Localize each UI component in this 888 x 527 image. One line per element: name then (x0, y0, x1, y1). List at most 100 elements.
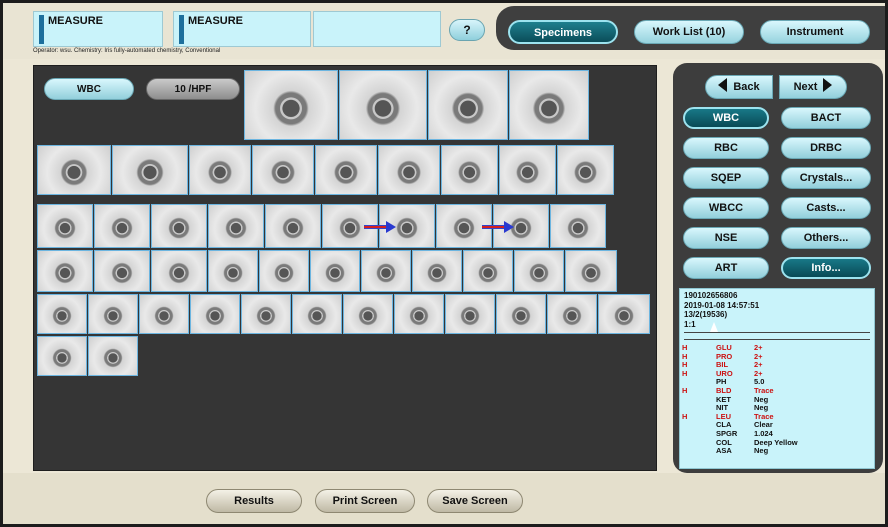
particle-image[interactable] (241, 294, 291, 334)
measure-panel-3 (313, 11, 441, 47)
category-button-wbc[interactable]: WBC (683, 107, 769, 129)
status-bar-indicator (179, 15, 184, 44)
particle-image[interactable] (394, 294, 444, 334)
particle-image[interactable] (37, 145, 111, 195)
category-label-button[interactable]: WBC (44, 78, 134, 100)
particle-image[interactable] (315, 145, 377, 195)
particle-image[interactable] (412, 250, 462, 292)
category-button-info[interactable]: Info... (781, 257, 871, 279)
particle-image[interactable] (88, 294, 138, 334)
category-button-drbc[interactable]: DRBC (781, 137, 871, 159)
particle-image[interactable] (598, 294, 650, 334)
particle-image[interactable] (259, 250, 309, 292)
category-button-others[interactable]: Others... (781, 227, 871, 249)
sample-dilution: 1:1 (684, 319, 696, 329)
arrow-shaft (364, 225, 388, 229)
particle-image[interactable] (550, 204, 606, 248)
red-blue-arrow-right-icon (364, 221, 396, 233)
particle-image[interactable] (252, 145, 314, 195)
chemistry-name: ASA (716, 446, 732, 456)
particle-image[interactable] (496, 294, 546, 334)
chemistry-flag: H (682, 386, 688, 395)
particle-image[interactable] (509, 70, 589, 140)
results-button[interactable]: Results (206, 489, 302, 513)
arrow-shaft (482, 225, 506, 229)
particle-image[interactable] (244, 70, 338, 140)
particle-image[interactable] (94, 204, 150, 248)
chemistry-row: H PRO 2+ (680, 352, 876, 362)
particle-image[interactable] (151, 250, 207, 292)
chemistry-row: KET Neg (680, 395, 876, 405)
particle-image[interactable] (378, 145, 440, 195)
particle-image[interactable] (139, 294, 189, 334)
measure-panel-2: MEASURE (173, 11, 311, 47)
particle-image[interactable] (463, 250, 513, 292)
sample-rack-position: 13/2(19536) (684, 310, 728, 319)
particle-image[interactable] (514, 250, 564, 292)
category-button-bact[interactable]: BACT (781, 107, 871, 129)
category-button-sqep[interactable]: SQEP (683, 167, 769, 189)
particle-image[interactable] (339, 70, 427, 140)
particle-image[interactable] (343, 294, 393, 334)
particle-image[interactable] (265, 204, 321, 248)
particle-image[interactable] (208, 250, 258, 292)
app-window: MEASURE MEASURE ? Specimens Work List (1… (0, 0, 888, 527)
particle-image[interactable] (499, 145, 556, 195)
particle-image[interactable] (361, 250, 411, 292)
chemistry-flag: H (682, 411, 688, 421)
help-button[interactable]: ? (449, 19, 485, 41)
particle-image[interactable] (292, 294, 342, 334)
image-review-panel: WBC 10 /HPF (33, 65, 657, 471)
divider (684, 332, 870, 333)
category-button-rbc[interactable]: RBC (683, 137, 769, 159)
particle-image[interactable] (37, 204, 93, 248)
category-button-crystals[interactable]: Crystals... (781, 167, 871, 189)
specimens-button[interactable]: Specimens (508, 20, 618, 44)
particle-image[interactable] (565, 250, 617, 292)
category-button-wbcc[interactable]: WBCC (683, 197, 769, 219)
back-label: Back (733, 81, 760, 93)
chemistry-row: H LEU Trace (680, 411, 876, 422)
status-bar-indicator (39, 15, 44, 44)
category-button-art[interactable]: ART (683, 257, 769, 279)
particle-image[interactable] (37, 294, 87, 334)
next-button[interactable]: Next (779, 75, 847, 99)
particle-image[interactable] (94, 250, 150, 292)
next-label: Next (793, 81, 818, 93)
triangle-right-icon (823, 78, 833, 92)
work-list-button[interactable]: Work List (10) (634, 20, 744, 44)
particle-image[interactable] (112, 145, 188, 195)
chemistry-value: Neg (754, 446, 769, 456)
particle-image[interactable] (441, 145, 498, 195)
chemistry-row: CLA Clear (680, 421, 876, 430)
back-button[interactable]: Back (705, 75, 773, 99)
particle-image[interactable] (37, 336, 87, 376)
save-screen-button[interactable]: Save Screen (427, 489, 523, 513)
chemistry-row: COL Deep Yellow (680, 438, 876, 448)
print-screen-button[interactable]: Print Screen (315, 489, 415, 513)
particle-image[interactable] (445, 294, 495, 334)
particle-image[interactable] (428, 70, 508, 140)
particle-image[interactable] (310, 250, 360, 292)
sample-details: 190102656806 2019-01-08 14:57:51 13/2(19… (684, 291, 759, 329)
chemistry-row: H BLD Trace (680, 386, 876, 396)
particle-image[interactable] (88, 336, 138, 376)
category-button-casts[interactable]: Casts... (781, 197, 871, 219)
measure-panel-1: MEASURE (33, 11, 163, 47)
divider (684, 339, 870, 340)
chemistry-row: NIT Neg (680, 404, 876, 413)
particle-image[interactable] (208, 204, 264, 248)
arrow-head (386, 221, 396, 233)
count-per-hpf: 10 /HPF (146, 78, 240, 100)
particle-image[interactable] (151, 204, 207, 248)
category-button-nse[interactable]: NSE (683, 227, 769, 249)
measure-label-1: MEASURE (48, 15, 104, 27)
instrument-button[interactable]: Instrument (760, 20, 870, 44)
particle-image[interactable] (37, 250, 93, 292)
specimen-info-panel: 190102656806 2019-01-08 14:57:51 13/2(19… (679, 288, 875, 469)
particle-image[interactable] (557, 145, 614, 195)
particle-image[interactable] (547, 294, 597, 334)
operator-info: Operator: wsu. Chemistry: Iris fully-aut… (33, 48, 221, 54)
particle-image[interactable] (190, 294, 240, 334)
particle-image[interactable] (189, 145, 251, 195)
